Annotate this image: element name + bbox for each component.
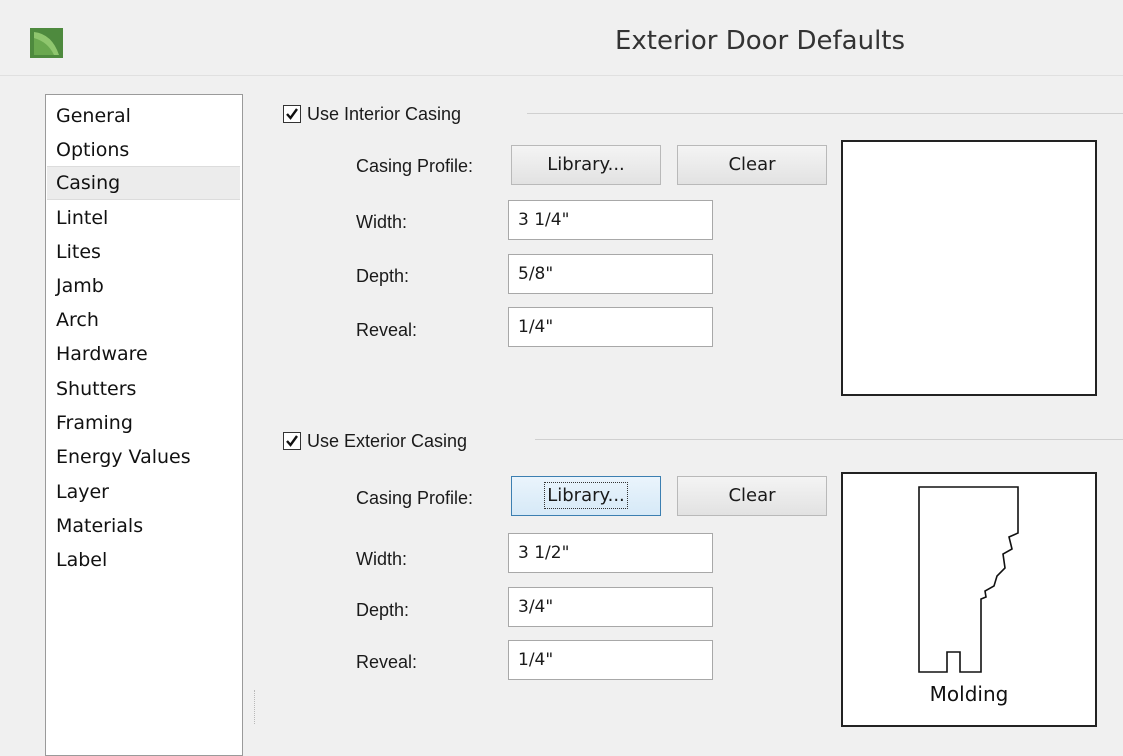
exterior-clear-button[interactable]: Clear	[677, 476, 827, 516]
interior-casing-profile-label: Casing Profile:	[356, 156, 474, 176]
sidebar-item-energy-values[interactable]: Energy Values	[47, 440, 240, 474]
exterior-group-divider	[535, 439, 1123, 440]
title-divider	[0, 75, 1123, 76]
sidebar-item-lites[interactable]: Lites	[47, 235, 240, 269]
checkmark-icon	[286, 435, 298, 447]
title-bar: Exterior Door Defaults	[0, 0, 1123, 75]
use-interior-casing-checkbox[interactable]	[283, 105, 301, 123]
exterior-reveal-label: Reveal:	[356, 652, 418, 672]
exterior-casing-profile-label: Casing Profile:	[356, 488, 474, 508]
sidebar-item-framing[interactable]: Framing	[47, 406, 240, 440]
interior-casing-preview	[841, 140, 1097, 396]
molding-caption: Molding	[929, 682, 1009, 706]
interior-width-field[interactable]: 3 1/4"	[508, 200, 713, 240]
exterior-reveal-field[interactable]: 1/4"	[508, 640, 713, 680]
exterior-library-button[interactable]: Library...	[511, 476, 661, 516]
sidebar-item-hardware[interactable]: Hardware	[47, 337, 240, 371]
sidebar-item-layer[interactable]: Layer	[47, 475, 240, 509]
interior-group-divider	[527, 113, 1123, 114]
sidebar-item-lintel[interactable]: Lintel	[47, 201, 240, 235]
exterior-casing-preview: Molding	[841, 472, 1097, 727]
splitter-grip[interactable]	[254, 690, 257, 724]
use-interior-casing-label[interactable]: Use Interior Casing	[307, 101, 461, 127]
exterior-depth-label: Depth:	[356, 600, 410, 620]
interior-library-button[interactable]: Library...	[511, 145, 661, 185]
interior-casing-group-header: Use Interior Casing	[283, 101, 503, 131]
sidebar-item-arch[interactable]: Arch	[47, 303, 240, 337]
interior-reveal-label: Reveal:	[356, 320, 418, 340]
sidebar-item-options[interactable]: Options	[47, 133, 240, 167]
sidebar-item-jamb[interactable]: Jamb	[47, 269, 240, 303]
window-title: Exterior Door Defaults	[614, 26, 906, 56]
interior-clear-button[interactable]: Clear	[677, 145, 827, 185]
app-logo-icon	[30, 28, 63, 58]
sidebar-item-label[interactable]: Label	[47, 543, 240, 577]
exterior-depth-field[interactable]: 3/4"	[508, 587, 713, 627]
interior-reveal-field[interactable]: 1/4"	[508, 307, 713, 347]
use-exterior-casing-checkbox[interactable]	[283, 432, 301, 450]
exterior-width-field[interactable]: 3 1/2"	[508, 533, 713, 573]
sidebar-item-shutters[interactable]: Shutters	[47, 372, 240, 406]
sidebar-item-casing[interactable]: Casing	[47, 166, 240, 200]
sidebar-item-materials[interactable]: Materials	[47, 509, 240, 543]
exterior-casing-group-header: Use Exterior Casing	[283, 428, 513, 458]
interior-depth-field[interactable]: 5/8"	[508, 254, 713, 294]
interior-width-label: Width:	[356, 212, 408, 232]
interior-depth-label: Depth:	[356, 266, 410, 286]
sidebar-item-general[interactable]: General	[47, 99, 240, 133]
exterior-width-label: Width:	[356, 549, 408, 569]
use-exterior-casing-label[interactable]: Use Exterior Casing	[307, 428, 467, 454]
category-list[interactable]: General Options Casing Lintel Lites Jamb…	[45, 94, 243, 756]
checkmark-icon	[286, 108, 298, 120]
